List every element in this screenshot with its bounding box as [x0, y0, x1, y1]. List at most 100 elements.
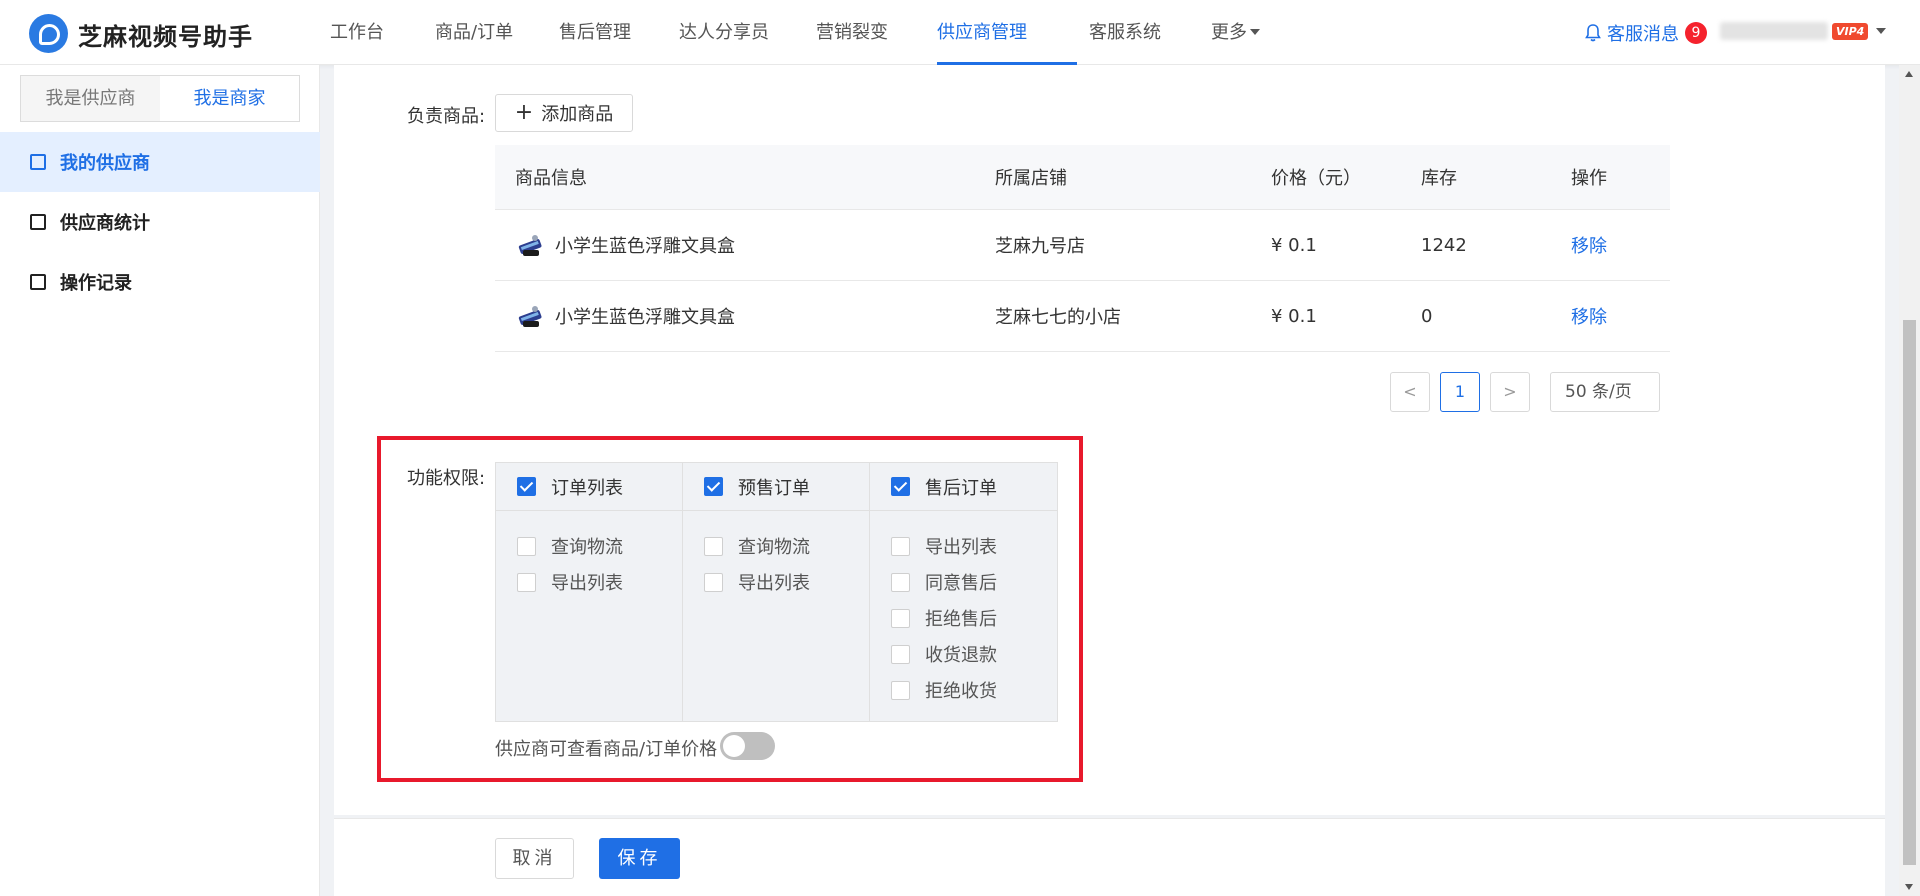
nav-item-after-sales[interactable]: 售后管理 — [559, 0, 679, 65]
permission-item[interactable]: 导出列表 — [496, 564, 682, 600]
checkbox[interactable] — [517, 572, 536, 592]
permission-group-header[interactable]: 订单列表 — [496, 463, 682, 511]
checkbox[interactable] — [517, 536, 536, 556]
permission-item[interactable]: 收货退款 — [870, 636, 1057, 672]
product-stock: 0 — [1421, 305, 1433, 327]
product-info-cell: 小学生蓝色浮雕文具盒 — [495, 230, 995, 260]
messages-label: 客服消息 — [1607, 24, 1679, 45]
sidebar-item-label: 供应商统计 — [60, 213, 150, 234]
product-price: ¥ 0.1 — [1271, 305, 1317, 327]
bell-icon — [1585, 24, 1601, 42]
sidebar-item-label: 操作记录 — [60, 273, 132, 294]
column-header-product: 商品信息 — [515, 168, 587, 189]
products-table: 商品信息 所属店铺 价格（元） 库存 操作 小学生蓝色浮雕文具盒 芝麻九号店 ¥… — [495, 145, 1670, 352]
pencil-case-icon — [518, 306, 542, 327]
app-logo-icon[interactable] — [29, 14, 68, 53]
price-visibility-toggle[interactable] — [720, 732, 775, 760]
permissions-label: 功能权限: — [407, 468, 486, 489]
permission-group-header[interactable]: 预售订单 — [683, 463, 869, 511]
sidebar-item-my-suppliers[interactable]: 我的供应商 — [0, 132, 320, 192]
sidebar-item-label: 我的供应商 — [60, 153, 150, 174]
permission-item-label: 查询物流 — [738, 537, 810, 558]
permission-item[interactable]: 查询物流 — [683, 528, 869, 564]
nav-item-supplier-management[interactable]: 供应商管理 — [937, 0, 1077, 65]
column-header-shop: 所属店铺 — [995, 168, 1067, 189]
checkbox-presale-orders[interactable] — [704, 477, 723, 496]
permission-group-presale: 预售订单 查询物流 导出列表 — [683, 463, 870, 721]
nav-item-workbench[interactable]: 工作台 — [330, 0, 435, 65]
chevron-down-icon — [1250, 29, 1260, 35]
permission-item-label: 查询物流 — [551, 537, 623, 558]
permission-group-header[interactable]: 售后订单 — [870, 463, 1057, 511]
pencil-case-icon — [518, 235, 542, 256]
chart-icon — [30, 214, 46, 230]
permission-item[interactable]: 查询物流 — [496, 528, 682, 564]
remove-product-link[interactable]: 移除 — [1571, 303, 1670, 329]
page-scrollbar[interactable] — [1899, 65, 1920, 896]
product-info-cell: 小学生蓝色浮雕文具盒 — [495, 301, 995, 331]
app-title[interactable]: 芝麻视频号助手 — [78, 17, 253, 52]
permission-item-label: 同意售后 — [925, 573, 997, 594]
products-label: 负责商品: — [407, 106, 486, 127]
product-shop: 芝麻七七的小店 — [995, 307, 1121, 328]
column-header-stock: 库存 — [1421, 168, 1457, 189]
add-product-label: 添加商品 — [541, 104, 614, 125]
customer-messages[interactable]: 客服消息 9 — [1585, 20, 1707, 46]
chevron-down-icon — [1876, 28, 1887, 34]
checkbox[interactable] — [891, 680, 910, 700]
role-switch: 我是供应商 我是商家 — [20, 75, 300, 122]
checkbox-after-sales-orders[interactable] — [891, 477, 910, 496]
save-button[interactable]: 保存 — [599, 838, 680, 879]
permission-group-orders: 订单列表 查询物流 导出列表 — [496, 463, 683, 721]
scroll-thumb[interactable] — [1903, 320, 1916, 865]
permission-item-label: 导出列表 — [738, 573, 810, 594]
add-product-button[interactable]: + 添加商品 — [495, 94, 633, 132]
checkbox[interactable] — [704, 572, 723, 592]
permission-item[interactable]: 导出列表 — [870, 528, 1057, 564]
plus-icon: + — [514, 100, 534, 125]
checkbox-order-list[interactable] — [517, 477, 536, 496]
prev-page-button[interactable]: < — [1390, 372, 1430, 412]
next-page-button[interactable]: > — [1490, 372, 1530, 412]
permission-item[interactable]: 同意售后 — [870, 564, 1057, 600]
record-icon — [30, 274, 46, 290]
product-price: ¥ 0.1 — [1271, 234, 1317, 256]
sidebar-item-supplier-stats[interactable]: 供应商统计 — [0, 192, 320, 252]
page-size-value: 50 条/页 — [1565, 382, 1632, 402]
permission-item[interactable]: 拒绝售后 — [870, 600, 1057, 636]
nav-item-influencers[interactable]: 达人分享员 — [679, 0, 816, 65]
supplier-icon — [30, 154, 46, 170]
checkbox[interactable] — [891, 608, 910, 628]
table-row: 小学生蓝色浮雕文具盒 芝麻七七的小店 ¥ 0.1 0 移除 — [495, 281, 1670, 352]
permission-item[interactable]: 拒绝收货 — [870, 672, 1057, 708]
scroll-up-icon[interactable] — [1905, 71, 1913, 77]
permission-item[interactable]: 导出列表 — [683, 564, 869, 600]
checkbox[interactable] — [891, 572, 910, 592]
permissions-grid: 订单列表 查询物流 导出列表 预售订单 查询物流 导出列表 售后订单 导出列表 … — [495, 462, 1058, 722]
price-visibility-label: 供应商可查看商品/订单价格 — [495, 739, 718, 760]
nav-item-more[interactable]: 更多 — [1211, 0, 1271, 65]
nav-more-label: 更多 — [1211, 22, 1247, 43]
scroll-down-icon[interactable] — [1905, 884, 1913, 890]
nav-item-products-orders[interactable]: 商品/订单 — [435, 0, 559, 65]
permission-item-label: 拒绝售后 — [925, 609, 997, 630]
role-tab-supplier[interactable]: 我是供应商 — [21, 76, 160, 121]
remove-product-link[interactable]: 移除 — [1571, 232, 1670, 258]
user-menu[interactable]: VIP4 — [1720, 22, 1887, 40]
nav-item-marketing[interactable]: 营销裂变 — [816, 0, 937, 65]
product-stock: 1242 — [1421, 234, 1467, 256]
nav-item-customer-service[interactable]: 客服系统 — [1089, 0, 1211, 65]
sidebar-item-operation-log[interactable]: 操作记录 — [0, 252, 320, 312]
checkbox[interactable] — [891, 536, 910, 556]
checkbox[interactable] — [704, 536, 723, 556]
permission-group-title: 预售订单 — [738, 477, 810, 499]
messages-count-badge: 9 — [1685, 22, 1707, 44]
page-size-select[interactable]: 50 条/页 — [1550, 372, 1660, 412]
permission-item-label: 收货退款 — [925, 645, 997, 666]
product-name: 小学生蓝色浮雕文具盒 — [555, 236, 735, 257]
product-shop: 芝麻九号店 — [995, 236, 1085, 257]
cancel-button[interactable]: 取消 — [495, 838, 574, 879]
page-1-button[interactable]: 1 — [1440, 372, 1480, 412]
checkbox[interactable] — [891, 644, 910, 664]
role-tab-merchant[interactable]: 我是商家 — [160, 76, 299, 121]
